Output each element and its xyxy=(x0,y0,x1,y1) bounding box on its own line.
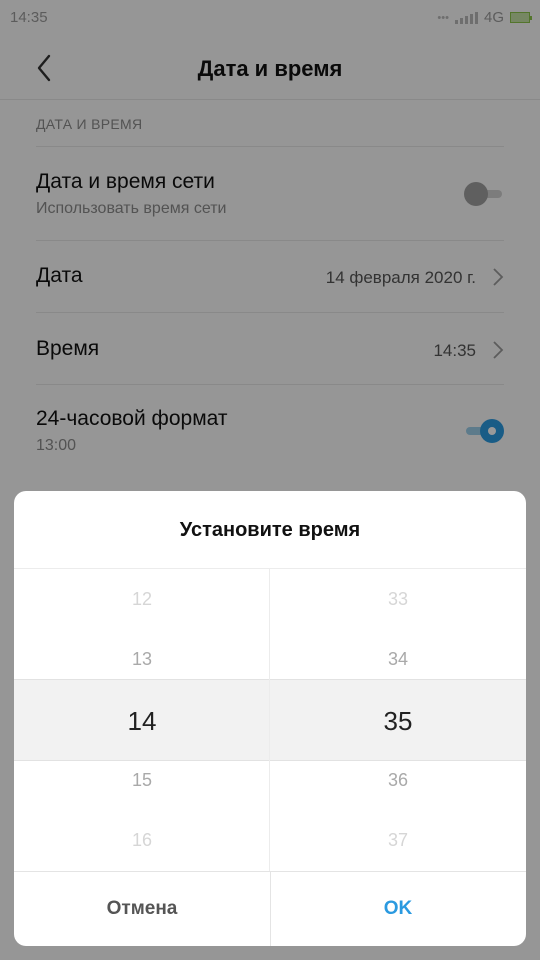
time-picker-dialog: Установите время 12 13 14 15 16 33 34 35… xyxy=(14,491,526,946)
hour-option[interactable]: 12 xyxy=(14,590,270,608)
minute-option[interactable]: 36 xyxy=(270,771,526,789)
minute-wheel[interactable]: 33 34 35 36 37 xyxy=(270,569,526,871)
selected-hour[interactable]: 14 xyxy=(14,708,270,734)
minute-option[interactable]: 37 xyxy=(270,831,526,849)
hour-option[interactable]: 13 xyxy=(14,650,270,668)
time-picker: 12 13 14 15 16 33 34 35 36 37 xyxy=(14,569,526,871)
hour-option[interactable]: 15 xyxy=(14,771,270,789)
minute-option[interactable]: 33 xyxy=(270,590,526,608)
hour-wheel[interactable]: 12 13 14 15 16 xyxy=(14,569,270,871)
cancel-button[interactable]: Отмена xyxy=(14,872,270,946)
dialog-title: Установите время xyxy=(179,519,361,541)
minute-option[interactable]: 34 xyxy=(270,650,526,668)
hour-option[interactable]: 16 xyxy=(14,831,270,849)
ok-button[interactable]: OK xyxy=(270,872,526,946)
selected-minute[interactable]: 35 xyxy=(270,708,526,734)
